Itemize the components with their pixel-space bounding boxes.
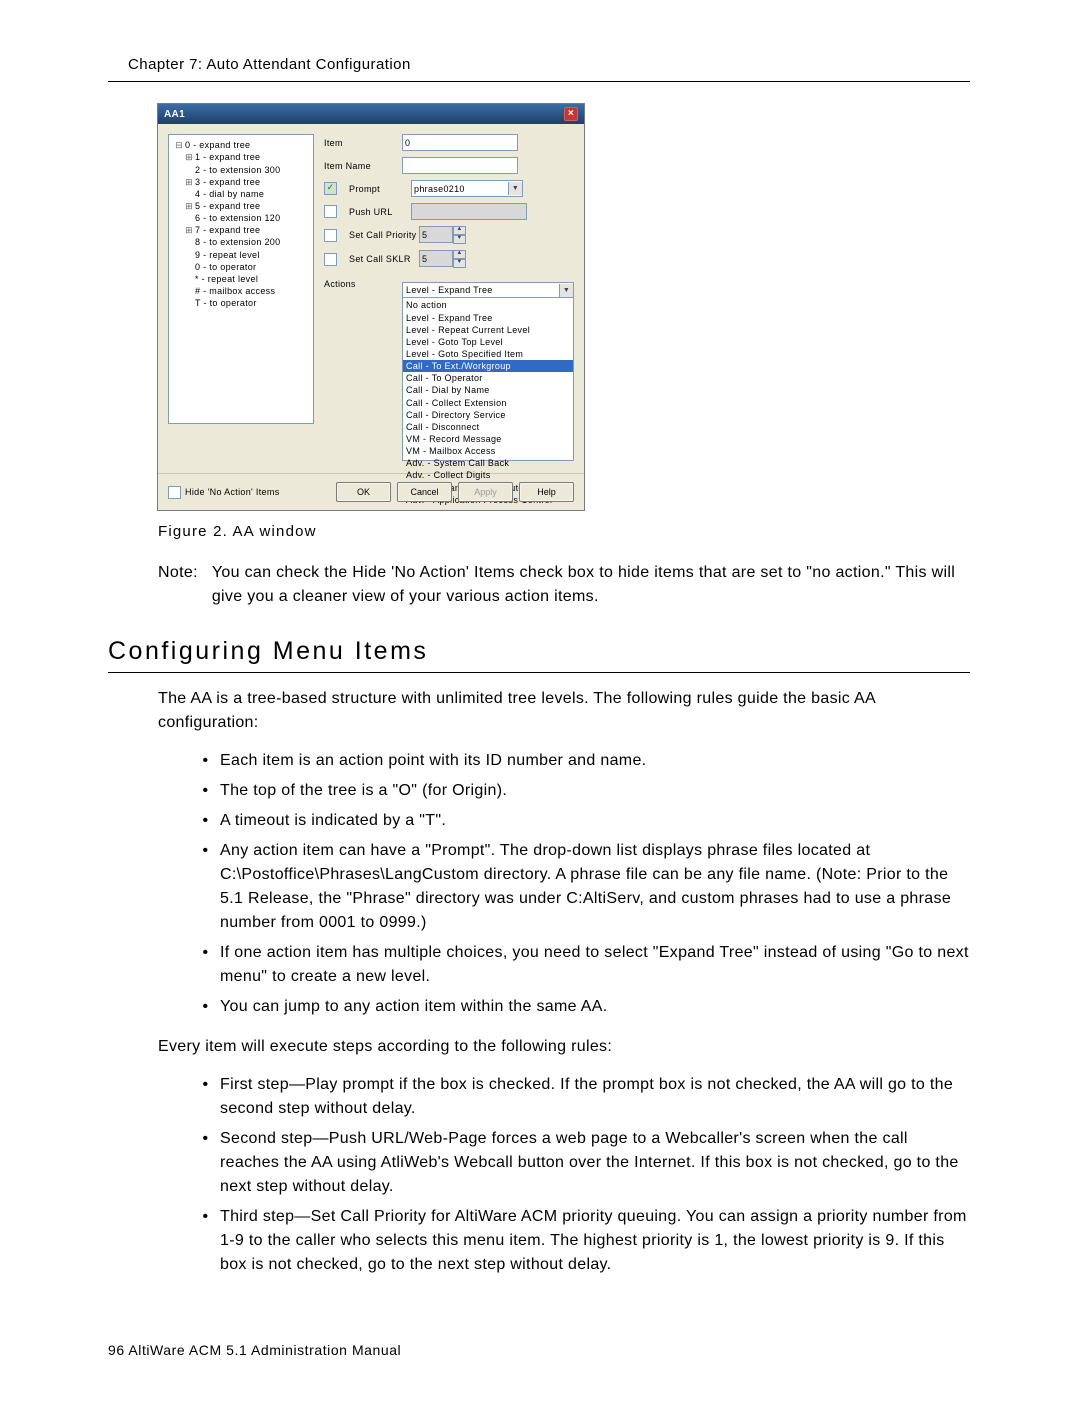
actions-option[interactable]: Call - Dial by Name (403, 384, 573, 396)
tree-node[interactable]: 8 - to extension 200 (173, 236, 309, 248)
list-item: You can jump to any action item within t… (218, 995, 970, 1019)
push-url-label: Push URL (349, 206, 403, 218)
actions-option[interactable]: No action (403, 299, 573, 311)
call-sklr-label: Set Call SKLR (349, 253, 411, 265)
tree-node[interactable]: ⊟0 - expand tree (173, 139, 309, 151)
item-field[interactable] (402, 134, 518, 151)
step-rule-list: First step—Play prompt if the box is che… (108, 1073, 970, 1277)
actions-list[interactable]: No actionLevel - Expand TreeLevel - Repe… (403, 298, 573, 460)
tree-node[interactable]: ⊞1 - expand tree (173, 151, 309, 163)
config-rule-list: Each item is an action point with its ID… (108, 749, 970, 1019)
help-button[interactable]: Help (519, 482, 574, 502)
intro-paragraph: The AA is a tree-based structure with un… (108, 687, 970, 735)
item-form: Item Item Name Prompt phrase0210 ▼ Push … (324, 134, 574, 467)
tree-node[interactable]: 6 - to extension 120 (173, 212, 309, 224)
apply-button[interactable]: Apply (458, 482, 513, 502)
actions-dropdown[interactable]: Level - Expand Tree ▼ No actionLevel - E… (402, 282, 574, 461)
tree-node[interactable]: 4 - dial by name (173, 188, 309, 200)
mid-paragraph: Every item will execute steps according … (108, 1035, 970, 1059)
tree-node[interactable]: ⊞5 - expand tree (173, 200, 309, 212)
ok-button[interactable]: OK (336, 482, 391, 502)
chevron-down-icon: ▼ (508, 182, 522, 195)
actions-option[interactable]: Call - Collect Extension (403, 397, 573, 409)
prompt-label: Prompt (349, 183, 403, 195)
call-priority-label: Set Call Priority (349, 229, 411, 241)
tree-node[interactable]: 2 - to extension 300 (173, 164, 309, 176)
close-icon[interactable]: × (564, 107, 578, 121)
prompt-checkbox[interactable] (324, 182, 337, 195)
actions-option[interactable]: Call - Disconnect (403, 421, 573, 433)
dialog-title-bar: AA1 × (158, 104, 584, 124)
note-text: You can check the Hide 'No Action' Items… (212, 561, 970, 609)
actions-option[interactable]: Level - Repeat Current Level (403, 324, 573, 336)
up-icon[interactable]: ▲ (453, 226, 466, 235)
section-heading: Configuring Menu Items (108, 635, 970, 674)
actions-option[interactable]: Level - Expand Tree (403, 312, 573, 324)
prompt-dropdown[interactable]: phrase0210 ▼ (411, 180, 523, 197)
push-url-checkbox[interactable] (324, 205, 337, 218)
list-item: A timeout is indicated by a "T". (218, 809, 970, 833)
list-item: Third step—Set Call Priority for AltiWar… (218, 1205, 970, 1277)
call-sklr-checkbox[interactable] (324, 253, 337, 266)
tree-node[interactable]: ⊞3 - expand tree (173, 176, 309, 188)
list-item: If one action item has multiple choices,… (218, 941, 970, 989)
chevron-down-icon: ▼ (559, 284, 573, 297)
actions-label: Actions (324, 278, 394, 290)
actions-option[interactable]: Call - Directory Service (403, 409, 573, 421)
note-tag: Note: (158, 561, 198, 609)
call-priority-stepper[interactable]: ▲▼ (419, 226, 466, 244)
page-footer: 96 AltiWare ACM 5.1 Administration Manua… (108, 1341, 970, 1360)
prompt-value: phrase0210 (412, 183, 508, 195)
call-priority-checkbox[interactable] (324, 229, 337, 242)
figure-caption: Figure 2. AA window (158, 522, 970, 542)
list-item: Any action item can have a "Prompt". The… (218, 839, 970, 935)
dialog-title: AA1 (164, 108, 185, 122)
call-priority-value[interactable] (419, 226, 453, 243)
actions-option[interactable]: Adv. - Collect Digits (403, 469, 573, 481)
actions-option[interactable]: Level - Goto Specified Item (403, 348, 573, 360)
aa-dialog: AA1 × ⊟0 - expand tree⊞1 - expand tree2 … (158, 104, 584, 510)
item-label: Item (324, 137, 394, 149)
item-name-field[interactable] (402, 157, 518, 174)
tree-node[interactable]: T - to operator (173, 297, 309, 309)
tree-node[interactable]: 9 - repeat level (173, 249, 309, 261)
call-sklr-value[interactable] (419, 250, 453, 267)
up-icon[interactable]: ▲ (453, 250, 466, 259)
tree-node[interactable]: ⊞7 - expand tree (173, 224, 309, 236)
tree-node[interactable]: * - repeat level (173, 273, 309, 285)
actions-option[interactable]: Call - To Ext./Workgroup (403, 360, 573, 372)
actions-option[interactable]: Adv. - System Call Back (403, 457, 573, 469)
note-block: Note: You can check the Hide 'No Action'… (158, 561, 970, 609)
list-item: Each item is an action point with its ID… (218, 749, 970, 773)
aa-tree[interactable]: ⊟0 - expand tree⊞1 - expand tree2 - to e… (168, 134, 314, 424)
hide-no-action-label: Hide 'No Action' Items (185, 486, 280, 498)
chapter-header: Chapter 7: Auto Attendant Configuration (108, 55, 970, 82)
actions-selected: Level - Expand Tree (403, 283, 559, 297)
down-icon[interactable]: ▼ (453, 259, 466, 268)
down-icon[interactable]: ▼ (453, 235, 466, 244)
hide-no-action-checkbox[interactable] (168, 486, 181, 499)
item-name-label: Item Name (324, 160, 394, 172)
actions-option[interactable]: Call - To Operator (403, 372, 573, 384)
actions-option[interactable]: Level - Goto Top Level (403, 336, 573, 348)
push-url-field[interactable] (411, 203, 527, 220)
call-sklr-stepper[interactable]: ▲▼ (419, 250, 466, 268)
tree-node[interactable]: 0 - to operator (173, 261, 309, 273)
list-item: The top of the tree is a "O" (for Origin… (218, 779, 970, 803)
cancel-button[interactable]: Cancel (397, 482, 452, 502)
list-item: Second step—Push URL/Web-Page forces a w… (218, 1127, 970, 1199)
actions-option[interactable]: VM - Mailbox Access (403, 445, 573, 457)
tree-node[interactable]: # - mailbox access (173, 285, 309, 297)
actions-option[interactable]: VM - Record Message (403, 433, 573, 445)
list-item: First step—Play prompt if the box is che… (218, 1073, 970, 1121)
